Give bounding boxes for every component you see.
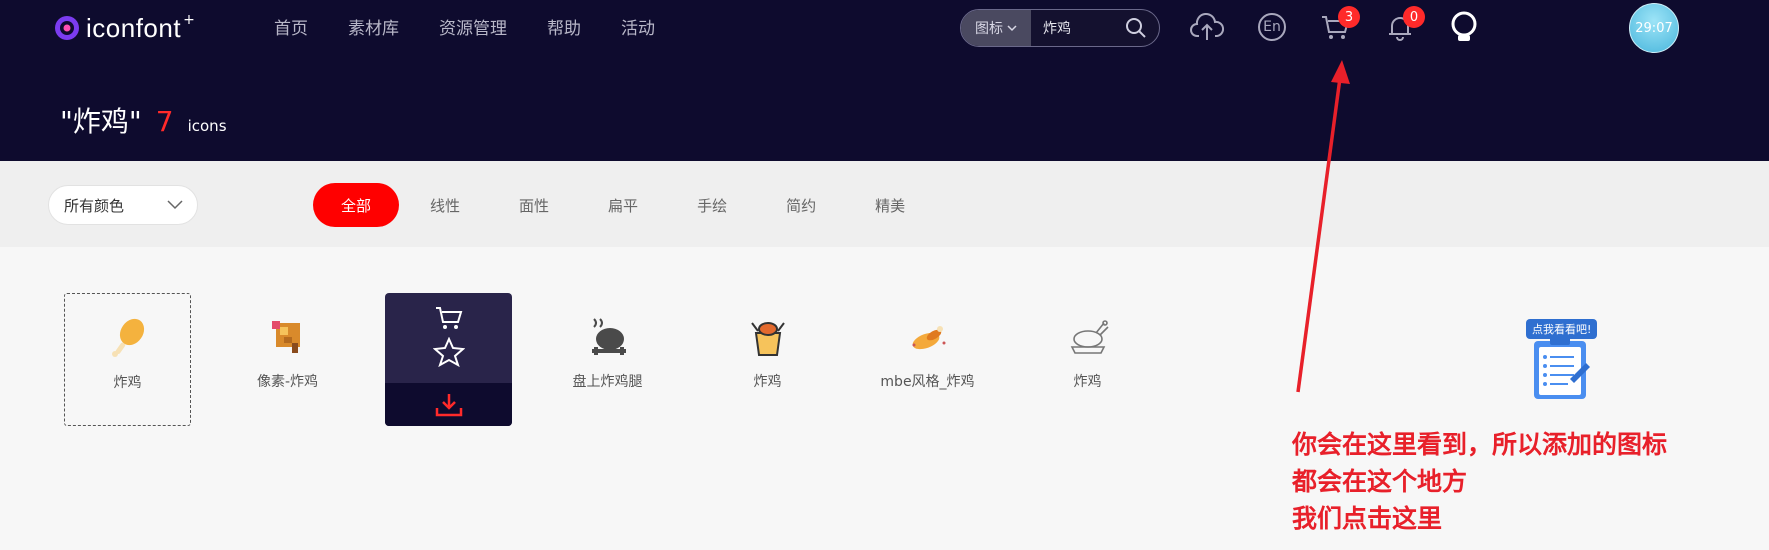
- annotation-line-2: 都会在这个地方: [1292, 467, 1468, 496]
- annotation-line-3: 我们点击这里: [1292, 504, 1443, 533]
- annotation-text: 你会在这里看到，所以添加的图标 都会在这个地方 我们点击这里: [1292, 426, 1667, 537]
- annotation-line-1: 你会在这里看到，所以添加的图标: [1292, 430, 1668, 459]
